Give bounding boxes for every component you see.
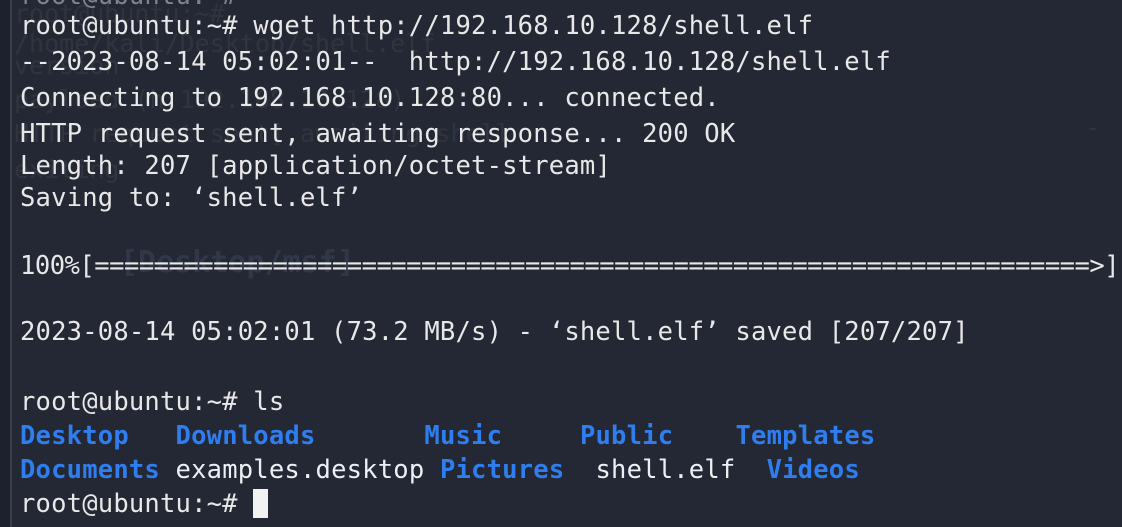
ls-entry-downloads[interactable]: Downloads <box>176 421 316 451</box>
ls-gap <box>564 455 595 485</box>
terminal-prompt-line[interactable]: root@ubuntu:~# <box>20 486 269 522</box>
terminal-output[interactable]: root@ubuntu:~# root@ubuntu:~# wget http:… <box>0 0 1122 527</box>
ls-gap <box>735 455 766 485</box>
ls-gap <box>673 421 735 451</box>
progress-percent-label: 100%[ <box>20 251 95 281</box>
ls-entry-examples-desktop[interactable]: examples.desktop <box>176 455 425 485</box>
terminal-line-wget-command: root@ubuntu:~# wget http://192.168.10.12… <box>20 11 814 41</box>
progress-bytes-label: ] 207 <box>1104 251 1120 281</box>
ls-entry-templates[interactable]: Templates <box>735 421 875 451</box>
ls-gap <box>424 455 440 485</box>
terminal-line-http-request: HTTP request sent, awaiting response... … <box>20 119 736 149</box>
ls-entry-videos[interactable]: Videos <box>767 455 860 485</box>
download-progress-bar: 100%[===================================… <box>20 248 1122 284</box>
ls-gap <box>129 421 176 451</box>
ls-entry-public[interactable]: Public <box>580 421 673 451</box>
prompt-text: root@ubuntu:~# <box>20 489 238 519</box>
terminal-line-saved-summary: 2023-08-14 05:02:01 (73.2 MB/s) - ‘shell… <box>20 317 969 347</box>
ls-entry-documents[interactable]: Documents <box>20 455 160 485</box>
ls-gap <box>502 421 580 451</box>
ls-gap <box>160 455 176 485</box>
ls-entry-music[interactable]: Music <box>424 421 502 451</box>
terminal-line-connecting: Connecting to 192.168.10.128:80... conne… <box>20 83 720 113</box>
ls-output-row: Desktop Downloads Music Public Templates <box>20 418 875 454</box>
ls-output-row: Documents examples.desktop Pictures shel… <box>20 452 860 488</box>
terminal-line-saving-to: Saving to: ‘shell.elf’ <box>20 183 363 213</box>
terminal-window[interactable]: root@ubuntu:~# /home/kali/Desktop/shell.… <box>0 0 1122 527</box>
progress-bar-fill: ========================================… <box>94 251 1105 281</box>
terminal-line-length: Length: 207 [application/octet-stream] <box>20 151 611 181</box>
ls-entry-desktop[interactable]: Desktop <box>20 421 129 451</box>
ls-entry-pictures[interactable]: Pictures <box>440 455 564 485</box>
terminal-line-ls-command: root@ubuntu:~# ls <box>20 387 285 417</box>
terminal-line-wget-timestamp: --2023-08-14 05:02:01-- http://192.168.1… <box>20 47 891 77</box>
ls-entry-shell-elf[interactable]: shell.elf <box>595 455 735 485</box>
text-cursor[interactable] <box>253 489 269 518</box>
ls-gap <box>316 421 425 451</box>
